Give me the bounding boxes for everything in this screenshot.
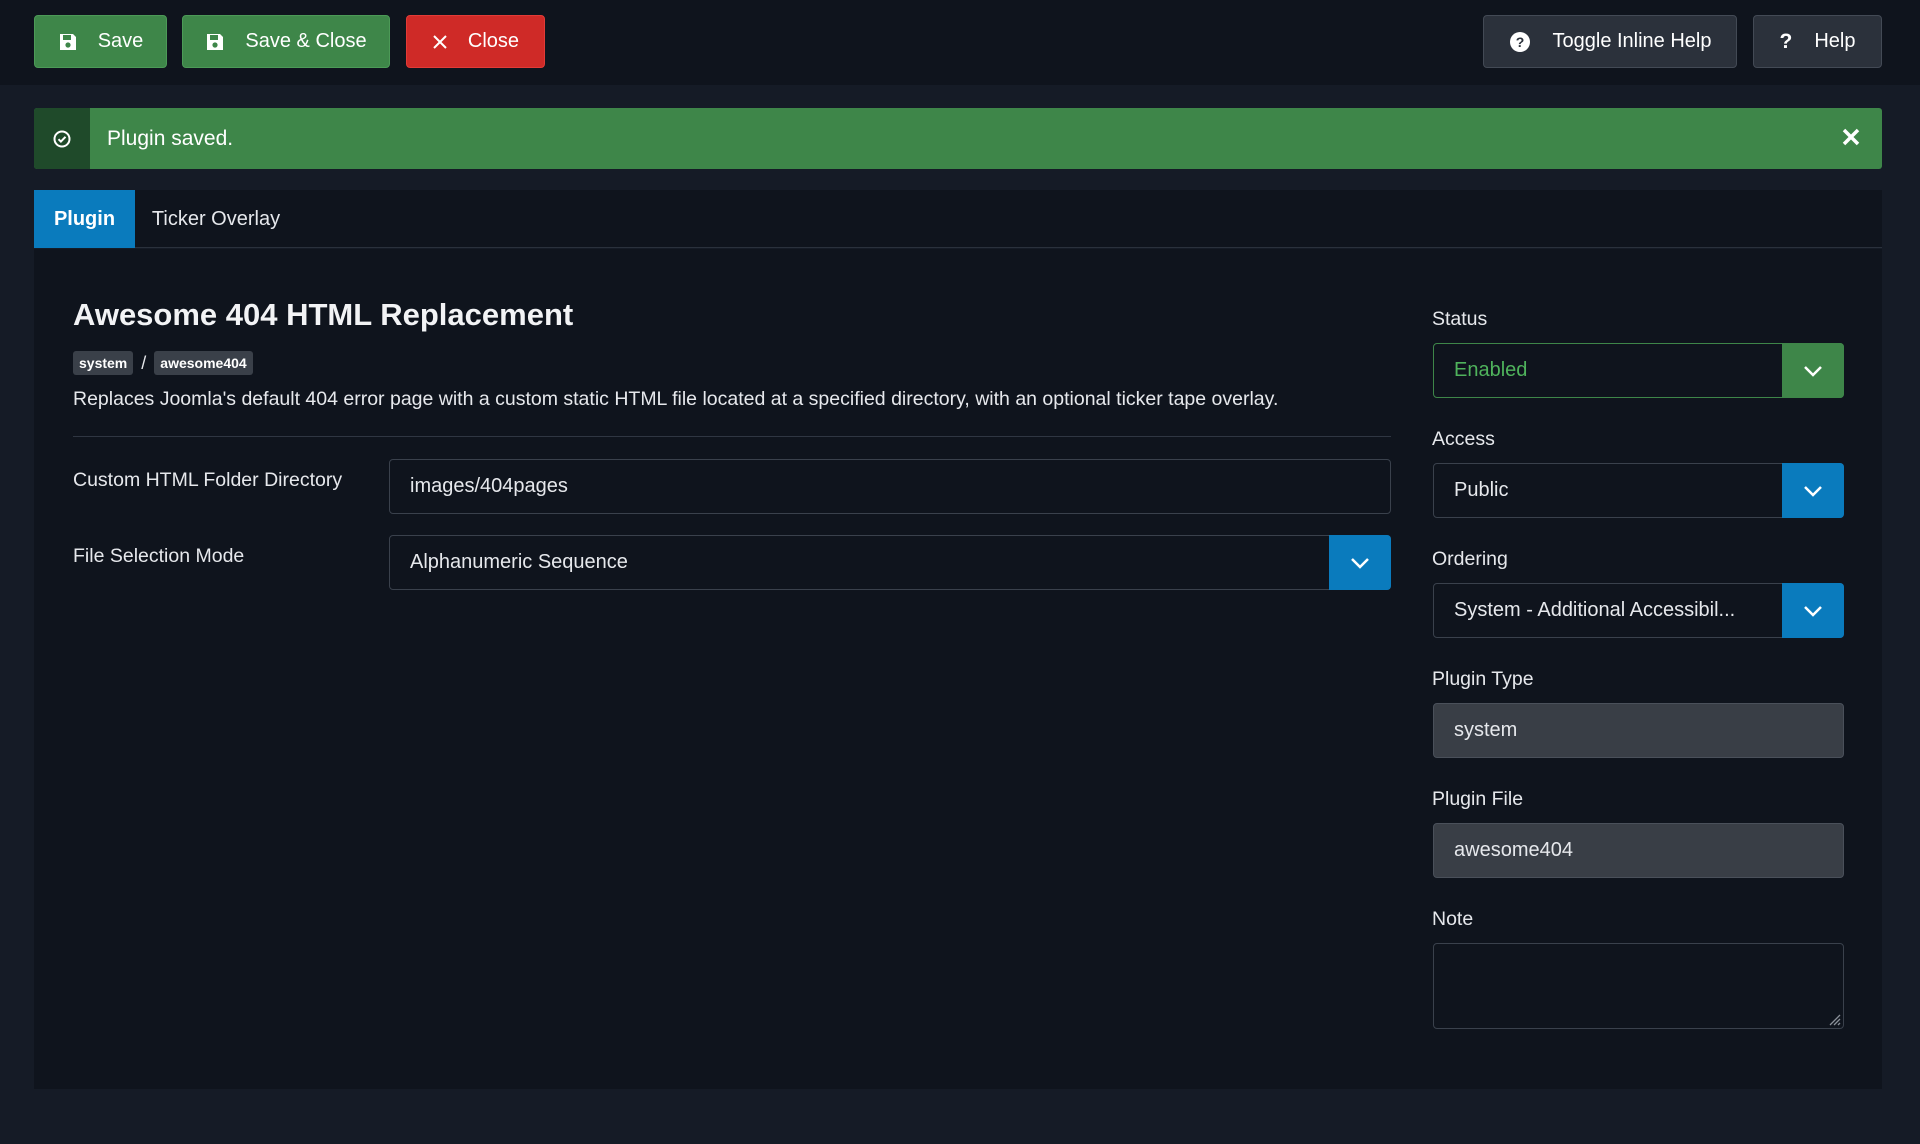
folder-directory-value: images/404pages: [410, 475, 568, 497]
plugin-file-field: awesome404: [1433, 823, 1844, 878]
alert-close-button[interactable]: [1836, 122, 1866, 152]
badge-separator: /: [141, 352, 147, 373]
plugin-type-field: system: [1433, 703, 1844, 758]
note-label: Note: [1432, 908, 1474, 930]
plugin-description: Replaces Joomla's default 404 error page…: [73, 388, 1279, 410]
question-icon: ?: [1779, 29, 1793, 53]
help-button[interactable]: ? Help: [1753, 15, 1882, 68]
ordering-select[interactable]: System - Additional Accessibil...: [1433, 583, 1844, 638]
success-alert: Plugin saved.: [34, 108, 1882, 169]
chevron-down-icon: [1782, 343, 1844, 398]
tab-bar: Plugin Ticker Overlay: [34, 190, 1882, 248]
plugin-file-label: Plugin File: [1432, 788, 1524, 810]
access-select[interactable]: Public: [1433, 463, 1844, 518]
chevron-down-icon: [1329, 535, 1391, 590]
save-close-button[interactable]: Save & Close: [182, 15, 390, 68]
access-value: Public: [1454, 479, 1509, 501]
plugin-type-label: Plugin Type: [1432, 668, 1534, 690]
page-title: Awesome 404 HTML Replacement: [73, 297, 574, 332]
status-value: Enabled: [1454, 359, 1528, 381]
status-select[interactable]: Enabled: [1433, 343, 1844, 398]
access-label: Access: [1432, 428, 1495, 450]
close-label: Close: [467, 30, 520, 52]
toolbar: Save Save & Close Close ? Toggle Inline …: [0, 0, 1920, 85]
resize-grip-icon[interactable]: [1827, 1012, 1841, 1026]
status-label: Status: [1432, 308, 1488, 330]
folder-directory-label: Custom HTML Folder Directory: [73, 469, 343, 491]
toggle-inline-help-button[interactable]: ? Toggle Inline Help: [1483, 15, 1737, 68]
folder-directory-input[interactable]: images/404pages: [389, 459, 1391, 514]
floppy-disk-icon: [207, 33, 224, 50]
question-circle-icon: ?: [1509, 31, 1530, 52]
toggle-inline-help-label: Toggle Inline Help: [1552, 30, 1712, 52]
save-button[interactable]: Save: [34, 15, 167, 68]
floppy-disk-icon: [59, 33, 76, 50]
alert-icon-box: [34, 108, 90, 169]
plugin-panel: Awesome 404 HTML Replacement system / aw…: [34, 249, 1882, 1089]
ordering-value: System - Additional Accessibil...: [1454, 599, 1736, 621]
file-selection-mode-value: Alphanumeric Sequence: [410, 551, 628, 573]
svg-text:?: ?: [1515, 34, 1524, 50]
check-circle-icon: [53, 130, 71, 147]
file-selection-mode-select[interactable]: Alphanumeric Sequence: [389, 535, 1391, 590]
alert-message: Plugin saved.: [107, 126, 234, 150]
plugin-type-value: system: [1454, 719, 1518, 741]
plugin-file-value: awesome404: [1454, 839, 1573, 861]
tab-plugin[interactable]: Plugin: [34, 190, 135, 248]
close-button[interactable]: Close: [406, 15, 545, 68]
divider: [73, 436, 1391, 437]
help-label: Help: [1814, 30, 1856, 52]
close-icon: [1842, 128, 1860, 146]
chevron-down-icon: [1782, 583, 1844, 638]
save-label: Save: [97, 30, 144, 52]
note-textarea[interactable]: [1433, 943, 1844, 1029]
group-badge: system: [73, 351, 134, 375]
close-icon: [433, 34, 447, 49]
ordering-label: Ordering: [1432, 548, 1508, 570]
element-badge: awesome404: [154, 351, 253, 375]
plugin-badges: system / awesome404: [73, 351, 253, 375]
chevron-down-icon: [1782, 463, 1844, 518]
tab-ticker-overlay[interactable]: Ticker Overlay: [135, 190, 297, 248]
file-selection-mode-label: File Selection Mode: [73, 545, 245, 567]
save-close-label: Save & Close: [245, 30, 367, 52]
